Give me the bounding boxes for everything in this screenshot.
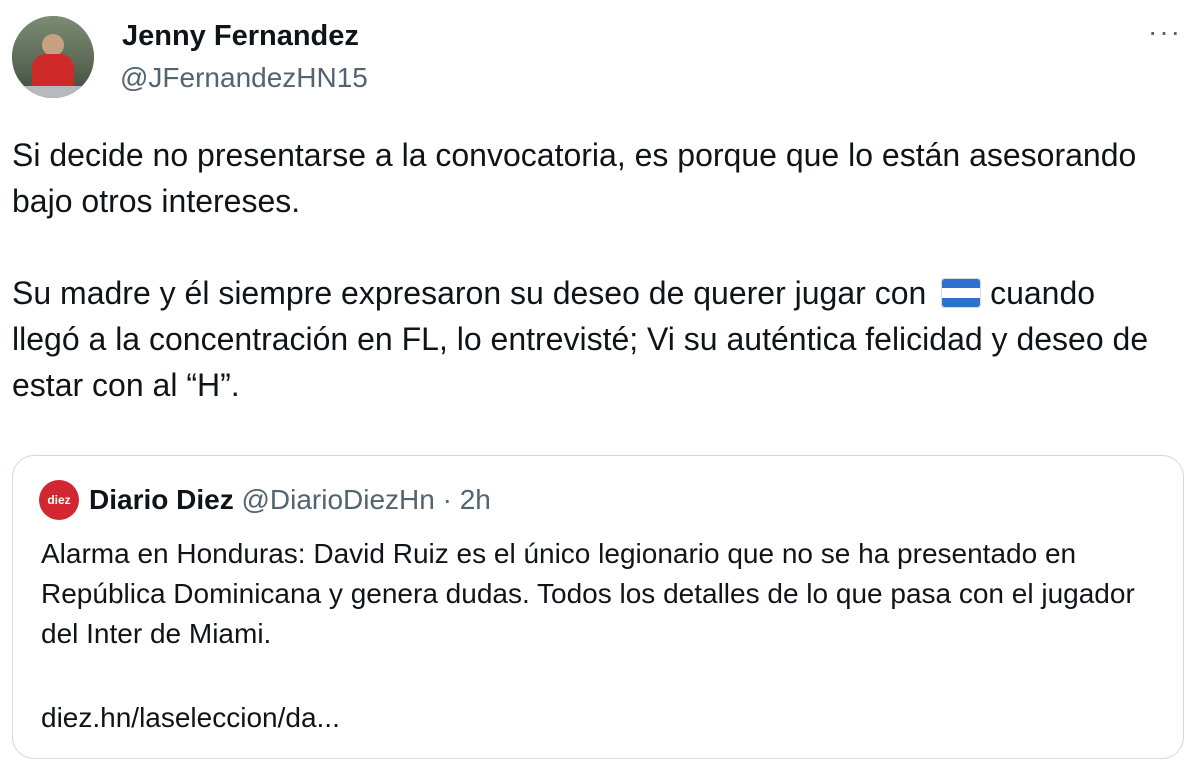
more-options-icon[interactable]: ··· — [1148, 16, 1182, 48]
author-handle[interactable]: @JFernandezHN15 — [120, 62, 368, 94]
author-name[interactable]: Jenny Fernandez — [122, 20, 359, 53]
avatar-body-shape — [32, 54, 74, 88]
tweet-paragraph-1: Si decide no presentarse a la convocator… — [12, 137, 1137, 219]
diario-diez-logo-icon[interactable]: diez — [39, 480, 79, 520]
quoted-link[interactable]: diez.hn/laseleccion/da... — [41, 698, 340, 738]
tweet-paragraph-2: Su madre y él siempre expresaron su dese… — [12, 270, 1162, 408]
quoted-header: Diario Diez @DiarioDiezHn · 2h — [89, 480, 491, 520]
quoted-author-meta: @DiarioDiezHn · 2h — [241, 484, 491, 515]
quoted-author-name[interactable]: Diario Diez — [89, 484, 234, 515]
quoted-tweet-card[interactable]: diez Diario Diez @DiarioDiezHn · 2h Alar… — [12, 455, 1184, 759]
avatar-floor-shape — [12, 86, 94, 98]
tweet-text: Si decide no presentarse a la convocator… — [12, 132, 1162, 408]
tweet-paragraph-2-text: Su madre y él siempre expresaron su dese… — [12, 275, 927, 311]
author-avatar[interactable] — [12, 16, 94, 98]
quoted-text: Alarma en Honduras: David Ruiz es el úni… — [41, 538, 1135, 649]
avatar-head-shape — [42, 34, 64, 56]
honduras-flag-icon — [941, 277, 982, 308]
